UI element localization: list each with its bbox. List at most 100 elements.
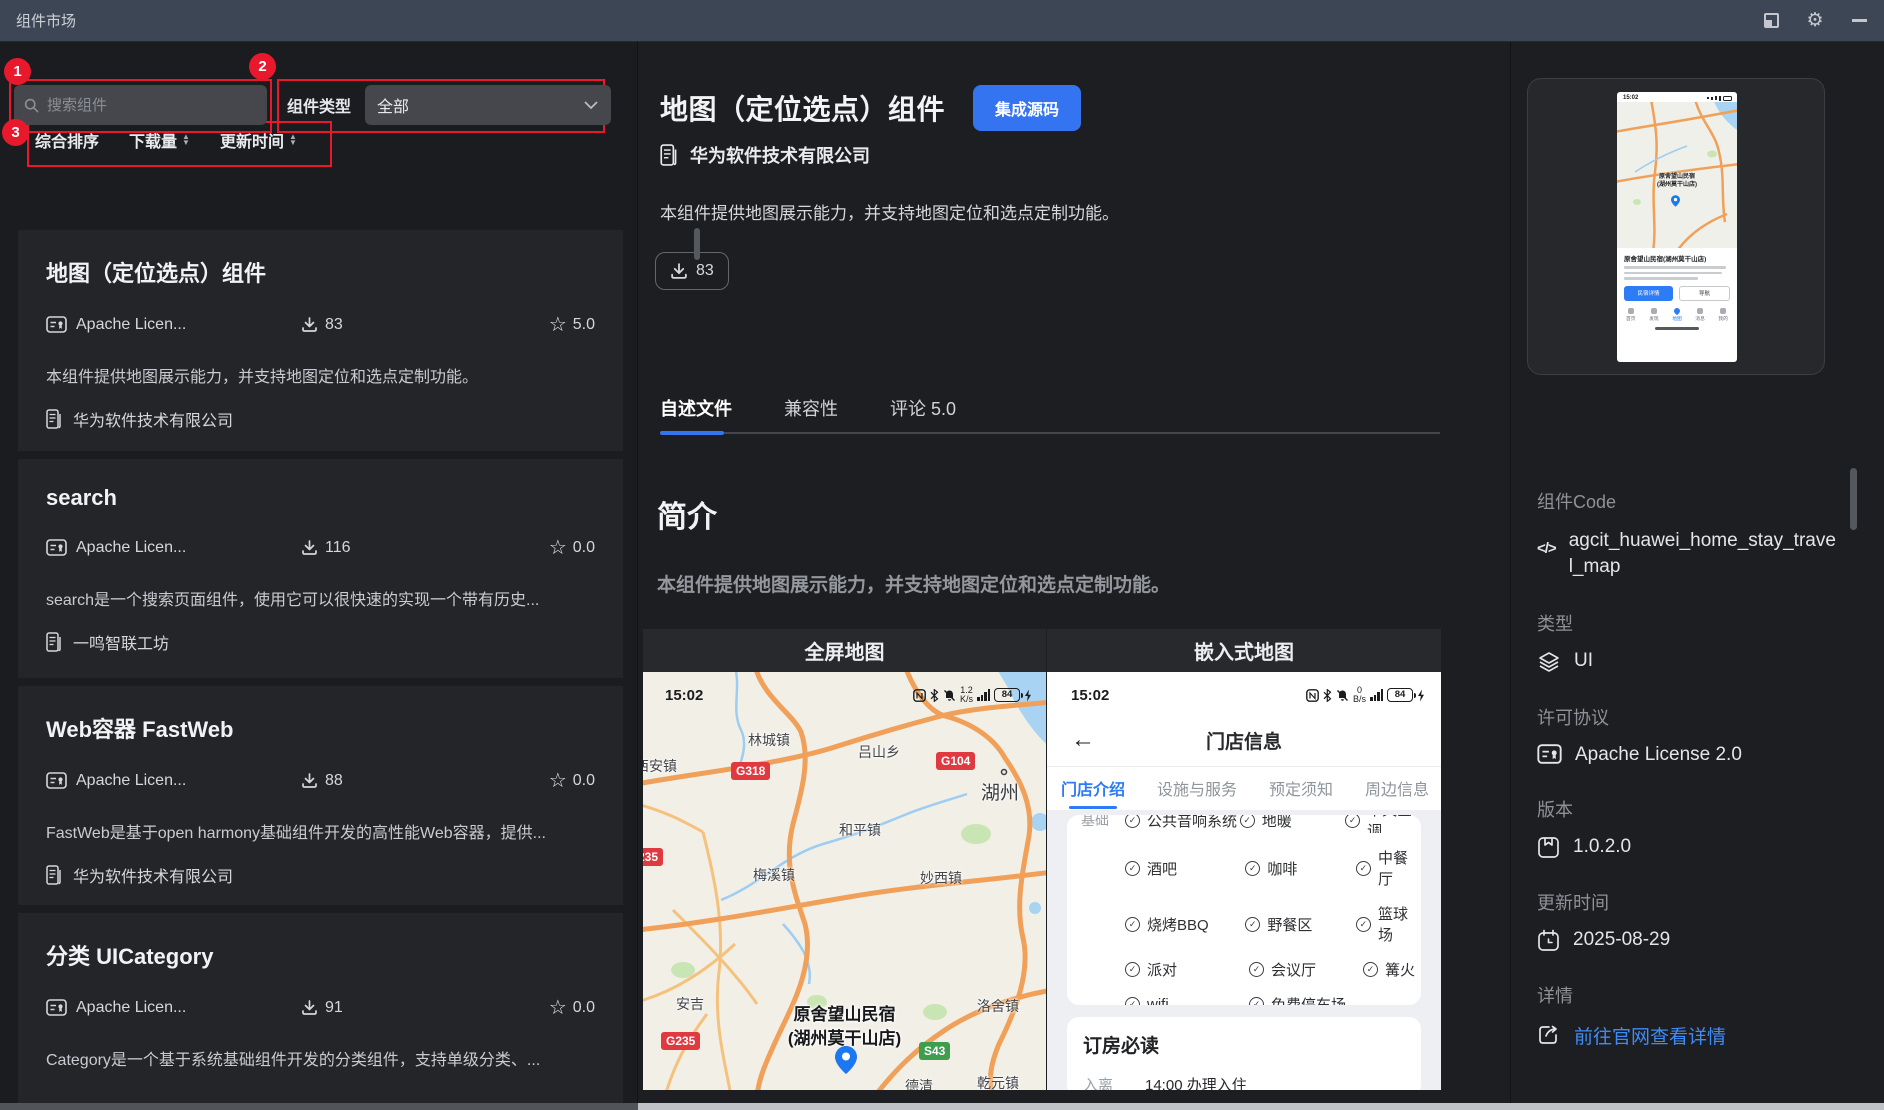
intro-text: 本组件提供地图展示能力，并支持地图定位和选点定制功能。 (657, 575, 1171, 596)
annotation-badge-2: 2 (249, 53, 276, 80)
detail-publisher: 华为软件技术有限公司 (690, 146, 870, 166)
updated-value: 2025-08-29 (1573, 929, 1671, 950)
integrate-source-button[interactable]: 集成源码 (973, 85, 1082, 131)
official-site-link[interactable]: 前往官网查看详情 (1537, 1022, 1853, 1049)
component-type-value: 全部 (377, 99, 410, 116)
check-icon (1245, 916, 1261, 932)
download-icon (301, 316, 318, 333)
layout-panel-icon[interactable] (1762, 12, 1780, 30)
map-label: 妙西镇 (920, 870, 962, 886)
license-icon (46, 539, 67, 556)
title-bar: 组件市场 (0, 0, 1884, 42)
store-tab-booking-notes: 预定须知 (1268, 782, 1333, 799)
component-type-select[interactable]: 全部 (365, 85, 612, 125)
card-downloads: 91 (325, 998, 343, 1016)
mute-icon (943, 689, 956, 702)
check-icon (1249, 997, 1264, 1005)
card-license: Apache Licen... (76, 538, 187, 556)
tab-compatibility[interactable]: 兼容性 (784, 395, 838, 421)
license-icon (1537, 744, 1562, 764)
road-badge-g318: G318 (731, 762, 771, 780)
sort-arrows-icon (289, 134, 297, 146)
card-rating: 0.0 (572, 998, 595, 1016)
code-icon: </> (1537, 540, 1557, 557)
updated-label: 更新时间 (1537, 893, 1609, 913)
mini-nav-button: 导航 (1679, 285, 1730, 301)
metadata-sidebar: 15:02 原舍望山民宿 (湖州莫干山店) 原舍望山民宿(湖州莫干山店) 民宿详… (1510, 42, 1884, 1110)
store-tab-facilities: 设施与服务 (1156, 782, 1237, 799)
check-icon (1125, 962, 1140, 977)
column-header-fullscreen-map: 全屏地图 (643, 629, 1046, 672)
tab-comments[interactable]: 评论 5.0 (890, 395, 956, 421)
sort-updated[interactable]: 更新时间 (220, 128, 297, 152)
sort-bar: 综合排序 下载量 更新时间 (35, 128, 297, 152)
annotation-badge-1: 1 (4, 58, 31, 85)
search-input[interactable] (47, 96, 247, 114)
detail-title: 地图（定位选点）组件 (660, 94, 946, 125)
map-label: 林城镇 (748, 732, 790, 748)
card-rating: 0.0 (572, 538, 595, 556)
download-icon (301, 999, 318, 1016)
store-tab-nearby: 周边信息 (1364, 782, 1429, 799)
fullscreen-map-image: 15:02 1.2 K/s 84 林城镇 吕山乡 西安镇 湖州 和平镇 (643, 672, 1046, 1090)
card-rating: 5.0 (572, 315, 595, 333)
list-item-uicategory[interactable]: 分类 UICategory Apache Licen... 91 0.0 Cat… (18, 913, 623, 1110)
sort-comprehensive[interactable]: 综合排序 (35, 128, 99, 152)
list-item-map-component[interactable]: 地图（定位选点）组件 Apache Licen... 83 5.0 本组件提供地… (18, 230, 623, 451)
status-time: 15:02 (1071, 686, 1110, 704)
booking-card: 订房必读 入离 14:00 办理入住 (1067, 1017, 1421, 1090)
booking-title: 订房必读 (1083, 1036, 1160, 1057)
poi-label-line1: 原舍望山民宿 (793, 1005, 896, 1024)
embedded-map-image: 15:02 0 B/s 84 ← 门店信息 门店介绍 设施与服务 预定须知 周边… (1047, 672, 1441, 1090)
chevron-down-icon (584, 101, 598, 110)
layers-icon (1537, 650, 1561, 674)
card-title: Web容器 FastWeb (46, 717, 234, 742)
check-icon (1125, 997, 1140, 1005)
license-label: 许可协议 (1537, 708, 1609, 728)
sort-downloads[interactable]: 下载量 (129, 128, 190, 152)
store-tab-intro: 门店介绍 (1061, 776, 1125, 809)
calendar-icon (1537, 929, 1560, 952)
card-description: search是一个搜索页面组件，使用它可以很快速的实现一个带有历史... (46, 592, 540, 609)
network-speed: 1.2 K/s (959, 685, 973, 704)
nfc-icon (1306, 688, 1319, 702)
charging-icon (1024, 689, 1032, 702)
star-icon (549, 535, 567, 560)
map-label: 德清 (905, 1078, 933, 1090)
check-icon (1355, 860, 1371, 876)
map-label: 梅溪镇 (753, 867, 795, 883)
minimize-icon[interactable] (1850, 12, 1868, 30)
map-label: 吕山乡 (858, 744, 900, 760)
component-type-label: 组件类型 (287, 99, 352, 116)
list-item-fastweb[interactable]: Web容器 FastWeb Apache Licen... 88 0.0 Fas… (18, 686, 623, 905)
code-value: agcit_huawei_home_stay_travel_map (1568, 530, 1836, 577)
details-label: 详情 (1537, 986, 1573, 1006)
mini-map: 原舍望山民宿 (湖州莫干山店) (1617, 102, 1737, 248)
preview-card: 15:02 原舍望山民宿 (湖州莫干山店) 原舍望山民宿(湖州莫干山店) 民宿详… (1527, 78, 1825, 375)
card-license: Apache Licen... (76, 315, 187, 333)
search-box[interactable] (14, 85, 267, 125)
map-label: 湖州 (981, 783, 1020, 804)
detail-downloads: 83 (696, 262, 714, 279)
card-title: 分类 UICategory (46, 944, 214, 969)
list-item-search[interactable]: search Apache Licen... 116 0.0 search是一个… (18, 459, 623, 678)
detail-panel: 地图（定位选点）组件 集成源码 华为软件技术有限公司 本组件提供地图展示能力，并… (638, 42, 1510, 1110)
card-publisher: 一鸣智联工坊 (73, 636, 170, 653)
star-icon (549, 995, 567, 1020)
version-value: 1.0.2.0 (1573, 836, 1632, 857)
component-list: 地图（定位选点）组件 Apache Licen... 83 5.0 本组件提供地… (0, 230, 638, 1110)
card-rating: 0.0 (572, 771, 595, 789)
bluetooth-icon (1323, 688, 1332, 702)
check-icon (1345, 815, 1361, 828)
scrollbar-thumb[interactable] (694, 228, 700, 260)
tab-readme[interactable]: 自述文件 (660, 395, 732, 421)
download-icon (301, 772, 318, 789)
gear-icon[interactable] (1806, 12, 1824, 30)
check-icon (1249, 962, 1264, 977)
download-icon (301, 539, 318, 556)
map-pin-icon (835, 1046, 857, 1079)
amenities-card: 基础 公共音响系统 地暖 中央空调 酒吧 咖啡 中餐厅 (1067, 815, 1421, 1005)
version-icon (1537, 836, 1560, 859)
publisher-icon (46, 409, 63, 429)
map-pin-icon (1671, 194, 1680, 212)
